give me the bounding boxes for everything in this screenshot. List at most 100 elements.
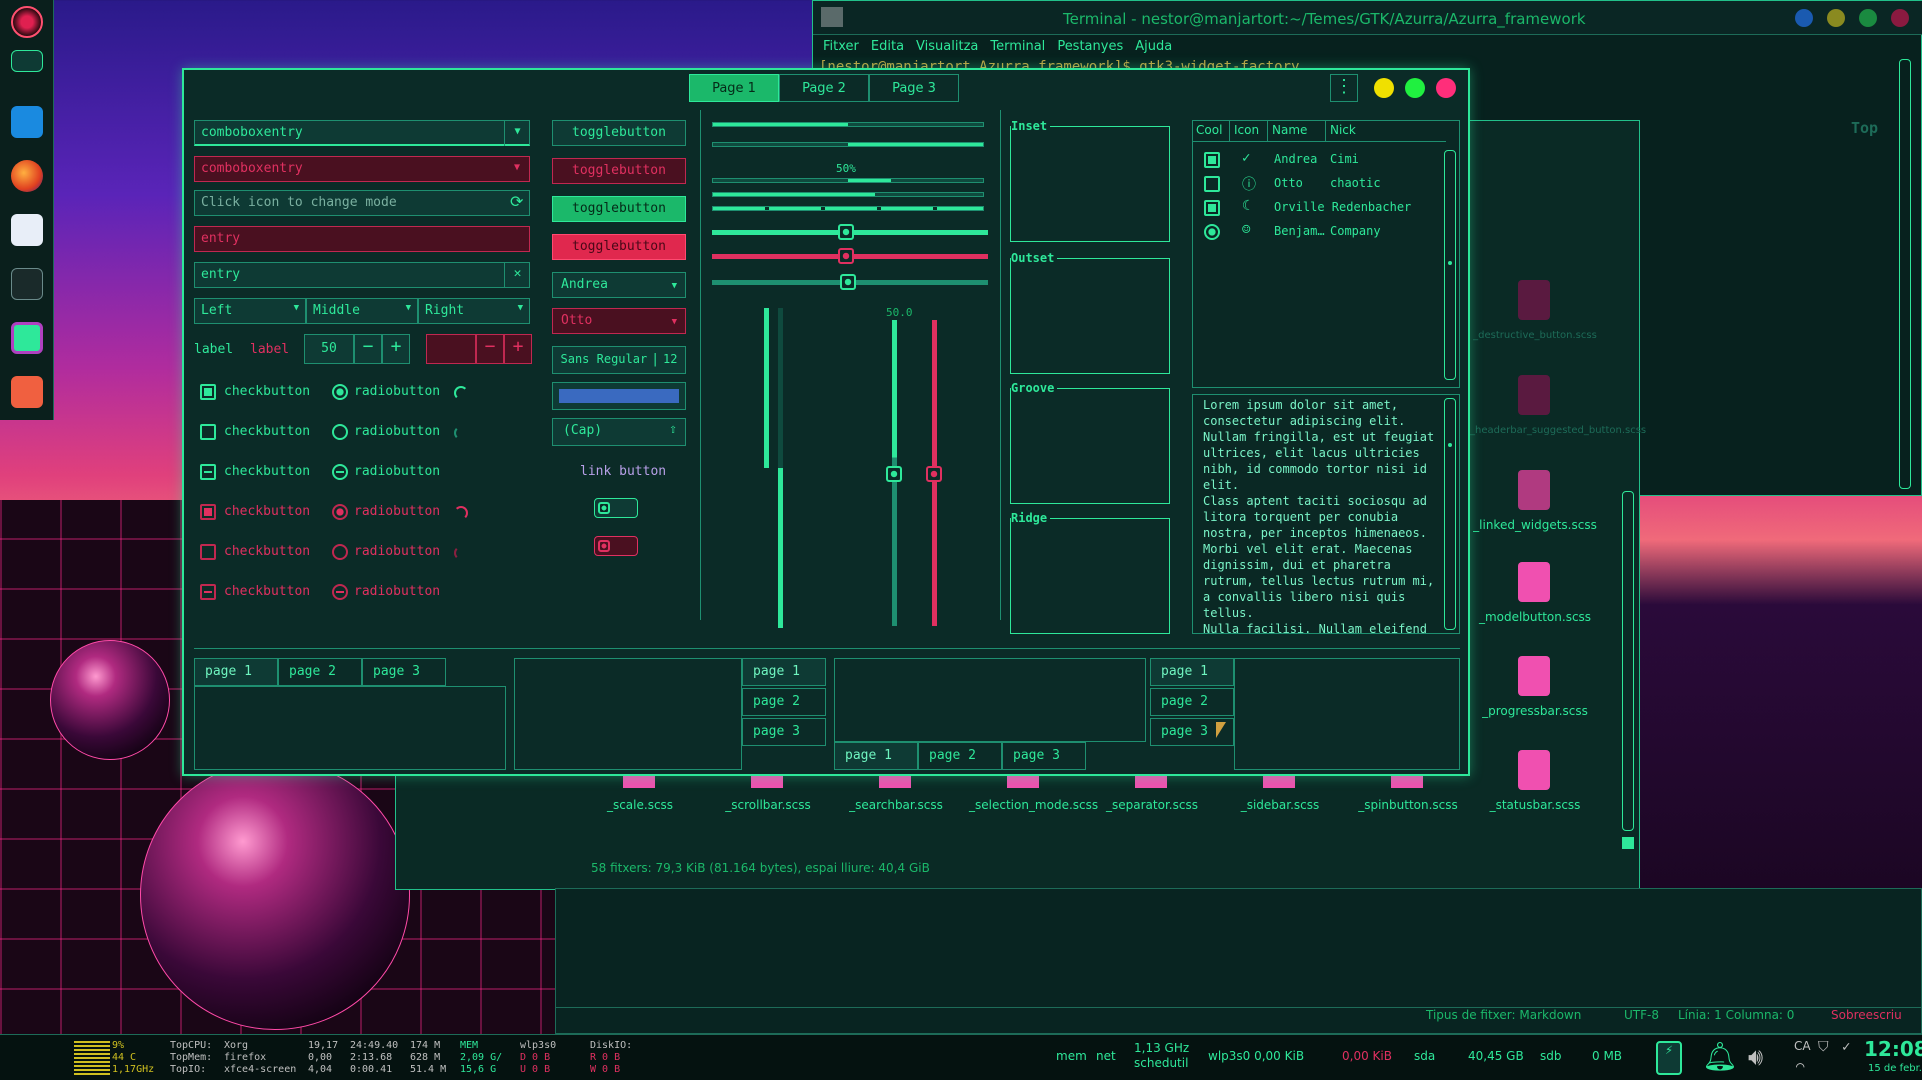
table-row[interactable]: ☾ Orville Redenbacher — [1192, 198, 1442, 220]
vscale-red-handle[interactable] — [926, 466, 942, 482]
netload-plugin[interactable]: wlp3s0 0,00 KiB — [1208, 1049, 1304, 1063]
spin-minus-button[interactable]: − — [354, 334, 382, 364]
terminal-close-icon[interactable] — [1891, 9, 1909, 27]
shield-icon[interactable]: ⛉ — [1818, 1039, 1829, 1055]
tab-page1[interactable]: page 1 — [834, 742, 918, 770]
volume-icon[interactable]: 🔊︎ — [1748, 1043, 1763, 1071]
togglebutton-red-active[interactable]: togglebutton — [552, 234, 686, 260]
file-icon[interactable] — [1391, 776, 1423, 788]
togglebutton[interactable]: togglebutton — [552, 120, 686, 146]
clear-icon[interactable]: ✕ — [504, 262, 530, 288]
net-plugin[interactable]: net — [1096, 1049, 1116, 1063]
file-icon[interactable] — [1518, 562, 1550, 602]
hscale-marked-handle[interactable] — [840, 274, 856, 290]
table-row[interactable]: ☺ Benjam… Company — [1192, 222, 1442, 244]
chevron-down-icon[interactable]: ▼ — [504, 156, 530, 182]
togglebutton-red[interactable]: togglebutton — [552, 158, 686, 184]
checkbox-red-unchecked[interactable] — [200, 544, 216, 560]
spin-entry-red[interactable] — [426, 334, 476, 364]
file-icon[interactable] — [879, 776, 911, 788]
tab-page3[interactable]: page 3 — [362, 658, 446, 686]
spin-entry[interactable]: 50 — [304, 334, 354, 364]
file-icon[interactable] — [1518, 280, 1550, 320]
firefox-icon[interactable] — [11, 160, 43, 192]
battery-icon[interactable]: ⚡ — [1656, 1041, 1682, 1075]
chevron-down-icon[interactable]: ▼ — [504, 120, 530, 146]
folder-icon[interactable] — [11, 106, 43, 138]
mem-plugin[interactable]: mem — [1056, 1049, 1087, 1063]
vscale-handle[interactable] — [886, 466, 902, 482]
terminal-minimize-icon[interactable] — [1795, 9, 1813, 27]
menu-terminal[interactable]: Terminal — [990, 39, 1045, 54]
treeview-scrollbar[interactable] — [1444, 150, 1456, 380]
col-cool[interactable]: Cool — [1192, 120, 1230, 142]
app-icon[interactable] — [11, 322, 43, 354]
disk-sdb[interactable]: sdb — [1540, 1049, 1562, 1063]
col-nick[interactable]: Nick — [1326, 120, 1446, 142]
tab-page2[interactable]: page 2 — [742, 688, 826, 716]
header-tab-page2[interactable]: Page 2 — [779, 74, 869, 102]
spin-plus-button[interactable]: + — [382, 334, 410, 364]
mode-entry[interactable]: Click icon to change mode — [194, 190, 530, 216]
link-button[interactable]: link button — [580, 464, 666, 479]
notification-bell-icon[interactable]: 🔔︎ — [1702, 1041, 1738, 1073]
tab-page1[interactable]: page 1 — [1150, 658, 1234, 686]
font-button[interactable]: Sans Regular | 12 — [552, 346, 686, 374]
maximize-icon[interactable] — [1405, 78, 1425, 98]
row-check-unchecked[interactable] — [1204, 176, 1220, 192]
combo-right[interactable]: Right ▼ — [418, 298, 530, 324]
file-icon[interactable] — [1135, 776, 1167, 788]
tab-page2[interactable]: page 2 — [918, 742, 1002, 770]
table-row[interactable]: ⓘ Otto chaotic — [1192, 174, 1442, 196]
workspace-icon[interactable] — [11, 50, 43, 72]
entry-clear[interactable]: entry — [194, 262, 530, 288]
disk-sda[interactable]: sda — [1414, 1049, 1435, 1063]
file-icon[interactable] — [623, 776, 655, 788]
minimize-icon[interactable] — [1374, 78, 1394, 98]
screenshot-icon[interactable] — [11, 376, 43, 408]
menu-kebab-icon[interactable]: ⋮ — [1330, 74, 1358, 102]
files-scrollbar[interactable] — [1622, 491, 1634, 831]
combo-left[interactable]: Left ▼ — [194, 298, 306, 324]
terminal-icon[interactable] — [11, 268, 43, 300]
menu-pestanyes[interactable]: Pestanyes — [1057, 39, 1123, 54]
combo-andrea[interactable]: Andrea ▼ — [552, 272, 686, 298]
menu-fitxer[interactable]: Fitxer — [823, 39, 859, 54]
file-icon[interactable] — [1007, 776, 1039, 788]
tab-page3[interactable]: page 3 — [1002, 742, 1086, 770]
file-icon[interactable] — [751, 776, 783, 788]
col-name[interactable]: Name — [1268, 120, 1326, 142]
file-icon[interactable] — [1518, 470, 1550, 510]
check-icon[interactable]: ✓ — [1842, 1039, 1850, 1055]
spin-minus-red-button[interactable]: − — [476, 334, 504, 364]
switch-red[interactable] — [594, 536, 638, 556]
row-check-checked[interactable] — [1204, 200, 1220, 216]
combo-middle[interactable]: Middle ▼ — [306, 298, 418, 324]
radio-unselected[interactable] — [332, 424, 348, 440]
col-icon[interactable]: Icon — [1230, 120, 1268, 142]
color-button[interactable] — [552, 382, 686, 410]
togglebutton-active[interactable]: togglebutton — [552, 196, 686, 222]
file-icon[interactable] — [1518, 656, 1550, 696]
tab-page1[interactable]: page 1 — [194, 658, 278, 686]
keyboard-layout[interactable]: CA — [1794, 1039, 1811, 1053]
hscale-handle[interactable] — [838, 224, 854, 240]
close-icon[interactable] — [1436, 78, 1456, 98]
file-icon[interactable] — [1263, 776, 1295, 788]
wifi-icon[interactable]: ◠ — [1796, 1059, 1804, 1075]
terminal-maximize-icon[interactable] — [1827, 9, 1845, 27]
spin-plus-red-button[interactable]: + — [504, 334, 532, 364]
tab-page3[interactable]: page 3 — [742, 718, 826, 746]
radio-selected[interactable] — [332, 384, 348, 400]
hscale-red-handle[interactable] — [838, 248, 854, 264]
file-icon[interactable] — [1518, 375, 1550, 415]
document-icon[interactable] — [11, 214, 43, 246]
terminal-restore-icon[interactable] — [1859, 9, 1877, 27]
textview[interactable]: Lorem ipsum dolor sit amet, consectetur … — [1192, 394, 1460, 634]
refresh-icon[interactable]: ⟳ — [510, 192, 523, 211]
radio-mixed[interactable] — [332, 464, 348, 480]
clock-time[interactable]: 12:08 — [1864, 1037, 1922, 1061]
header-tab-page1[interactable]: Page 1 — [689, 74, 779, 102]
tab-page2[interactable]: page 2 — [278, 658, 362, 686]
row-radio-selected[interactable] — [1204, 224, 1220, 240]
